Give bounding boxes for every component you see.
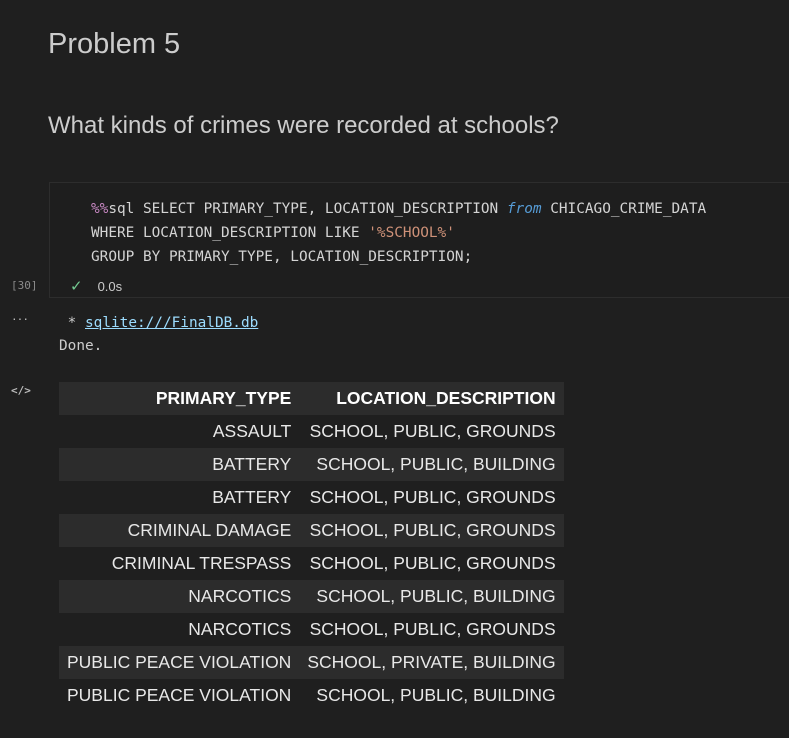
cell-location-description: SCHOOL, PUBLIC, GROUNDS — [299, 613, 564, 646]
code-string: '%SCHOOL%' — [368, 225, 455, 241]
cell-primary-type: CRIMINAL TRESPASS — [59, 547, 300, 580]
cell-primary-type: PUBLIC PEACE VIOLATION — [59, 646, 300, 679]
cell-status: ✓ 0.0s — [70, 277, 122, 295]
cell-primary-type: BATTERY — [59, 448, 300, 481]
cell-primary-type: NARCOTICS — [59, 580, 300, 613]
cell-location-description: SCHOOL, PUBLIC, GROUNDS — [299, 514, 564, 547]
column-header-location-description: LOCATION_DESCRIPTION — [299, 382, 564, 415]
cell-primary-type: CRIMINAL DAMAGE — [59, 514, 300, 547]
code-line1-a: sql SELECT PRIMARY_TYPE — [108, 201, 308, 217]
connection-prefix: * — [59, 315, 85, 331]
magic-prefix: %% — [91, 201, 109, 217]
execution-time: 0.0s — [97, 278, 123, 294]
table-row: NARCOTICS SCHOOL, PUBLIC, BUILDING — [59, 580, 564, 613]
code-line1-b: , LOCATION_DESCRIPTION — [307, 201, 507, 217]
done-text: Done. — [59, 338, 103, 354]
table-row: PUBLIC PEACE VIOLATION SCHOOL, PRIVATE, B… — [59, 646, 564, 679]
connection-link[interactable]: sqlite:///FinalDB.db — [85, 315, 258, 331]
cell-primary-type: BATTERY — [59, 481, 300, 514]
code-line1-c: CHICAGO_CRIME_DATA — [541, 201, 707, 217]
table-row: ASSAULT SCHOOL, PUBLIC, GROUNDS — [59, 415, 564, 448]
cell-primary-type: ASSAULT — [59, 415, 300, 448]
cell-location-description: SCHOOL, PUBLIC, BUILDING — [299, 679, 564, 712]
code-line2-a: WHERE LOCATION_DESCRIPTION LIKE — [91, 225, 369, 241]
cell-location-description: SCHOOL, PUBLIC, GROUNDS — [299, 547, 564, 580]
table-row: BATTERY SCHOOL, PUBLIC, BUILDING — [59, 448, 564, 481]
markdown-heading: Problem 5 — [48, 28, 181, 60]
table-row: NARCOTICS SCHOOL, PUBLIC, GROUNDS — [59, 613, 564, 646]
code-editor[interactable]: %%sql SELECT PRIMARY_TYPE, LOCATION_DESC… — [91, 197, 706, 269]
ellipsis-icon[interactable]: ··· — [12, 310, 29, 326]
code-line3-a: GROUP BY PRIMARY_TYPE — [91, 249, 273, 265]
table-row: CRIMINAL TRESPASS SCHOOL, PUBLIC, GROUNDS — [59, 547, 564, 580]
execution-count: [30] — [11, 279, 38, 292]
code-keyword-from: from — [506, 201, 542, 217]
table-row: BATTERY SCHOOL, PUBLIC, GROUNDS — [59, 481, 564, 514]
cell-location-description: SCHOOL, PRIVATE, BUILDING — [299, 646, 564, 679]
markdown-question: What kinds of crimes were recorded at sc… — [48, 112, 559, 139]
result-table: PRIMARY_TYPE LOCATION_DESCRIPTION ASSAUL… — [59, 382, 564, 712]
table-row: PUBLIC PEACE VIOLATION SCHOOL, PUBLIC, BU… — [59, 679, 564, 712]
cell-output-text: * sqlite:///FinalDB.db Done. — [59, 312, 258, 358]
check-icon: ✓ — [70, 278, 83, 295]
table-header-row: PRIMARY_TYPE LOCATION_DESCRIPTION — [59, 382, 564, 415]
cell-primary-type: PUBLIC PEACE VIOLATION — [59, 679, 300, 712]
cell-primary-type: NARCOTICS — [59, 613, 300, 646]
cell-location-description: SCHOOL, PUBLIC, GROUNDS — [299, 481, 564, 514]
table-row: CRIMINAL DAMAGE SCHOOL, PUBLIC, GROUNDS — [59, 514, 564, 547]
code-line3-b: , LOCATION_DESCRIPTION — [272, 249, 464, 265]
code-cell[interactable]: %%sql SELECT PRIMARY_TYPE, LOCATION_DESC… — [49, 182, 789, 298]
code-icon[interactable]: </> — [11, 384, 31, 397]
code-semicolon: ; — [463, 249, 473, 265]
column-header-primary-type: PRIMARY_TYPE — [59, 382, 300, 415]
cell-location-description: SCHOOL, PUBLIC, BUILDING — [299, 448, 564, 481]
cell-location-description: SCHOOL, PUBLIC, GROUNDS — [299, 415, 564, 448]
cell-location-description: SCHOOL, PUBLIC, BUILDING — [299, 580, 564, 613]
